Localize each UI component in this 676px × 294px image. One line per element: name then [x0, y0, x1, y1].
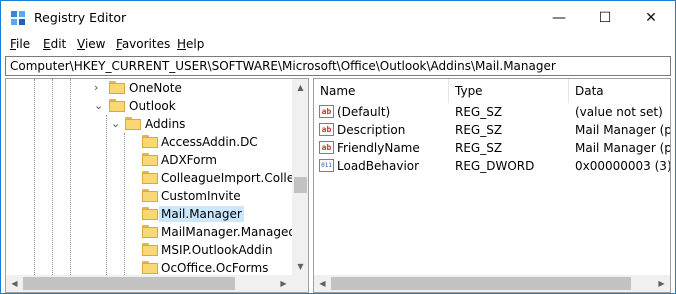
address-bar[interactable]: Computer\HKEY_CURRENT_USER\SOFTWARE\Micr… [5, 56, 671, 76]
window-title: Registry Editor [34, 10, 127, 25]
tree-item-label: AccessAddin.DC [161, 135, 258, 149]
chevron-down-icon[interactable]: ⌄ [111, 116, 120, 132]
close-button[interactable]: ✕ [628, 1, 674, 34]
dword-value-icon: 011 [319, 159, 334, 172]
menu-favorites[interactable]: Favorites [116, 37, 170, 52]
value-name: FriendlyName [337, 141, 420, 155]
value-row-loadbehavior[interactable]: 011 LoadBehavior REG_DWORD 0x00000003 (3… [314, 157, 670, 175]
tree-item-addins[interactable]: ⌄ Addins [6, 115, 292, 133]
menu-help-label: elp [186, 37, 205, 51]
folder-icon [142, 225, 158, 238]
string-value-icon: ab [319, 141, 334, 154]
folder-icon [142, 261, 158, 274]
registry-editor-window: Registry Editor — ☐ ✕ File Edit View Fav… [0, 0, 676, 294]
string-value-icon: ab [319, 105, 334, 118]
values-list-pane: Name Type Data ab (Default) REG_SZ (valu… [313, 78, 671, 293]
tree-item-label: MSIP.OutlookAddin [161, 243, 273, 257]
value-name: LoadBehavior [337, 159, 420, 173]
scrollbar-corner [292, 275, 308, 292]
tree-item-colleagueimport[interactable]: ColleagueImport.Colleag [6, 169, 308, 187]
list-horizontal-scroll-thumb[interactable] [331, 277, 631, 290]
menu-bar: File Edit View Favorites Help [1, 34, 675, 55]
column-header-data[interactable]: Data [569, 79, 670, 103]
value-data: 0x00000003 (3) [575, 159, 671, 173]
value-type: REG_DWORD [455, 159, 535, 173]
menu-help[interactable]: Help [177, 37, 204, 52]
menu-help-mnemonic: H [177, 37, 187, 51]
folder-icon [109, 81, 125, 94]
title-bar: Registry Editor — ☐ ✕ [1, 1, 675, 34]
menu-favorites-label: avorites [121, 37, 171, 51]
registry-editor-icon [11, 11, 25, 25]
list-horizontal-scrollbar[interactable]: ◀ ▶ [314, 275, 670, 292]
value-data: Mail Manager (per [575, 141, 671, 155]
tree-item-onenote[interactable]: › OneNote [6, 79, 292, 97]
tree-item-label: ADXForm [161, 153, 217, 167]
tree-item-label: OcOffice.OcForms [161, 261, 269, 275]
tree-item-label-selected: Mail.Manager [159, 206, 244, 222]
folder-icon [142, 189, 158, 202]
scroll-down-arrow-icon[interactable]: ▼ [292, 258, 308, 275]
scroll-right-arrow-icon[interactable]: ▶ [275, 275, 292, 292]
tree-item-outlook[interactable]: ⌄ Outlook [6, 97, 292, 115]
menu-file-label: ile [16, 37, 31, 51]
string-value-icon: ab [319, 123, 334, 136]
tree-item-mailmanager-managed[interactable]: MailManager.Managed [6, 223, 296, 241]
menu-file[interactable]: File [10, 37, 30, 52]
scroll-up-arrow-icon[interactable]: ▲ [292, 79, 308, 96]
value-name: Description [337, 123, 406, 137]
menu-edit-mnemonic: E [43, 37, 51, 51]
maximize-button[interactable]: ☐ [582, 1, 628, 34]
value-row-friendlyname[interactable]: ab FriendlyName REG_SZ Mail Manager (per [314, 139, 670, 157]
tree-item-label: ColleagueImport.Colleag [161, 171, 309, 185]
folder-open-icon [109, 99, 125, 112]
value-row-description[interactable]: ab Description REG_SZ Mail Manager (per [314, 121, 670, 139]
folder-icon [142, 171, 158, 184]
folder-open-icon [125, 117, 141, 130]
value-type: REG_SZ [455, 141, 503, 155]
folder-icon [142, 243, 158, 256]
tree-item-label: CustomInvite [161, 189, 241, 203]
menu-edit-label: dit [50, 37, 67, 51]
tree-horizontal-scroll-thumb[interactable] [23, 277, 235, 290]
key-tree-pane: › OneNote ⌄ Outlook ⌄ Addins AccessAddin… [5, 78, 309, 293]
tree-item-mail-manager[interactable]: Mail.Manager [6, 205, 292, 223]
chevron-right-icon[interactable]: › [94, 80, 98, 96]
value-data: (value not set) [575, 105, 663, 119]
value-name: (Default) [337, 105, 391, 119]
column-header-name[interactable]: Name [314, 79, 444, 103]
menu-view[interactable]: View [77, 37, 105, 52]
scroll-left-arrow-icon[interactable]: ◀ [6, 275, 23, 292]
scroll-right-arrow-icon[interactable]: ▶ [653, 275, 670, 292]
folder-icon [142, 135, 158, 148]
folder-icon [142, 207, 158, 220]
menu-view-mnemonic: V [77, 37, 85, 51]
address-path[interactable]: Computer\HKEY_CURRENT_USER\SOFTWARE\Micr… [10, 59, 556, 74]
tree-item-msip-outlookaddin[interactable]: MSIP.OutlookAddin [6, 241, 292, 259]
menu-view-label: iew [84, 37, 106, 51]
folder-icon [142, 153, 158, 166]
minimize-button[interactable]: — [536, 1, 582, 34]
value-row-default[interactable]: ab (Default) REG_SZ (value not set) [314, 103, 670, 121]
tree-item-custominvite[interactable]: CustomInvite [6, 187, 292, 205]
tree-vertical-scrollbar[interactable]: ▲ ▼ [292, 79, 308, 275]
value-data: Mail Manager (per [575, 123, 671, 137]
value-type: REG_SZ [455, 105, 503, 119]
column-header-type[interactable]: Type [449, 79, 567, 103]
tree-vertical-scroll-thumb[interactable] [294, 177, 307, 193]
tree-item-adxform[interactable]: ADXForm [6, 151, 292, 169]
chevron-down-icon[interactable]: ⌄ [94, 98, 103, 114]
menu-edit[interactable]: Edit [43, 37, 66, 52]
tree-item-label: MailManager.Managed [161, 225, 296, 239]
tree-item-label: OneNote [129, 81, 182, 95]
tree-horizontal-scrollbar[interactable]: ◀ ▶ [6, 275, 292, 292]
tree-item-label: Outlook [129, 99, 176, 113]
tree-item-accessaddin[interactable]: AccessAddin.DC [6, 133, 292, 151]
scroll-left-arrow-icon[interactable]: ◀ [314, 275, 331, 292]
tree-item-label: Addins [145, 117, 186, 131]
value-type: REG_SZ [455, 123, 503, 137]
